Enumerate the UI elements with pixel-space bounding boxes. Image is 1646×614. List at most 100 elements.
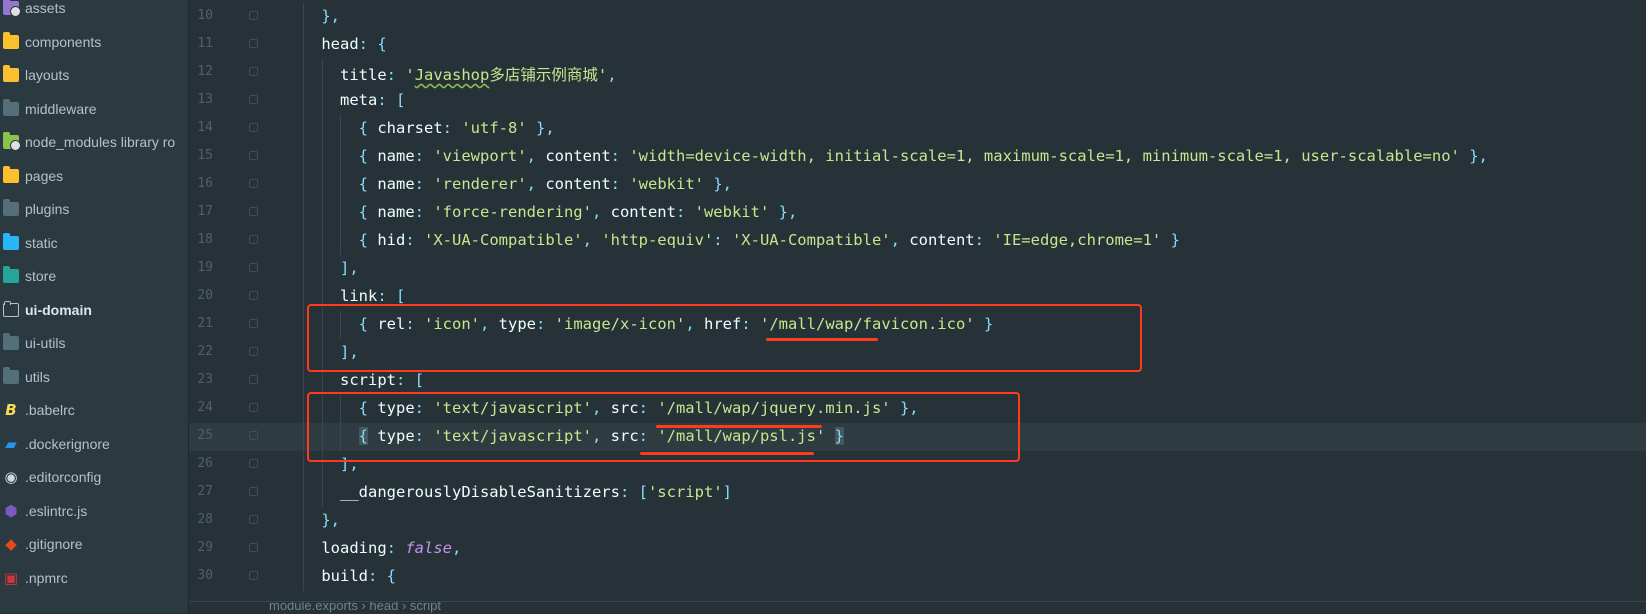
tree-item-static[interactable]: static (0, 229, 188, 257)
code-line[interactable]: 30 build: { (189, 563, 1646, 591)
underline-favicon-path (766, 338, 878, 341)
editorconfig-icon: ◉ (4, 468, 18, 486)
fold-marker-icon[interactable] (249, 459, 258, 468)
tree-item-npmrc[interactable]: ▣ .npmrc (0, 564, 188, 592)
tree-item-middleware[interactable]: middleware (0, 95, 188, 123)
tree-item-babelrc[interactable]: B .babelrc (0, 396, 188, 424)
line-number: 14 (197, 120, 213, 135)
tree-item-plugins[interactable]: plugins (0, 195, 188, 223)
folder-blue-icon (3, 232, 19, 250)
code-text: }, (321, 511, 340, 529)
folder-icon (3, 366, 19, 384)
line-number: 30 (197, 568, 213, 583)
tree-item-label: .npmrc (25, 569, 68, 586)
tree-item-label: layouts (25, 67, 70, 83)
fold-marker-icon[interactable] (249, 263, 258, 272)
fold-marker-icon[interactable] (249, 11, 258, 20)
code-line[interactable]: 29 loading: false, (189, 535, 1646, 563)
tree-item-label: .dockerignore (25, 435, 110, 452)
tree-item-label: .gitignore (25, 536, 83, 552)
code-text: script: [ (340, 371, 424, 389)
code-text: { hid: 'X-UA-Compatible', 'http-equiv': … (358, 231, 1180, 249)
tree-item-assets[interactable]: assets (0, 0, 188, 22)
folder-yellow-icon (3, 165, 19, 183)
fold-marker-icon[interactable] (249, 571, 258, 580)
code-line[interactable]: 17 { name: 'force-rendering', content: '… (189, 199, 1646, 227)
code-line[interactable]: 18 { hid: 'X-UA-Compatible', 'http-equiv… (189, 227, 1646, 255)
code-line[interactable]: 11 head: { (189, 31, 1646, 59)
code-line[interactable]: 27 __dangerouslyDisableSanitizers: ['scr… (189, 479, 1646, 507)
folder-green-icon (3, 132, 21, 151)
git-icon: ◆ (5, 535, 17, 553)
fold-marker-icon[interactable] (249, 67, 258, 76)
folder-teal-icon (3, 266, 19, 283)
code-line[interactable]: 13 meta: [ (189, 87, 1646, 115)
tree-item-components[interactable]: components (0, 28, 188, 56)
line-number: 18 (197, 232, 213, 247)
code-text: link: [ (340, 287, 406, 305)
tree-item-utils[interactable]: utils (0, 363, 188, 391)
code-line[interactable]: 16 { name: 'renderer', content: 'webkit'… (189, 171, 1646, 199)
code-line[interactable]: 14 { charset: 'utf-8' }, (189, 115, 1646, 143)
fold-marker-icon[interactable] (249, 291, 258, 300)
tree-item-label: ui-domain (25, 301, 92, 318)
code-line[interactable]: 12 title: 'Javashop多店铺示例商城', (189, 59, 1646, 87)
fold-marker-icon[interactable] (249, 207, 258, 216)
tree-item-store[interactable]: store (0, 262, 188, 290)
docker-icon: ▰ (5, 434, 17, 453)
tree-item-label: utils (25, 368, 50, 385)
line-number: 22 (197, 344, 213, 359)
line-number: 27 (197, 484, 213, 499)
code-line[interactable]: 15 { name: 'viewport', content: 'width=d… (189, 143, 1646, 171)
tree-item-label: static (25, 234, 58, 251)
line-number: 15 (197, 148, 213, 163)
folder-icon (3, 333, 19, 350)
line-number: 19 (197, 260, 213, 275)
fold-marker-icon[interactable] (249, 487, 258, 496)
underline-jquery-path (656, 425, 822, 428)
tree-item-label: .eslintrc.js (25, 502, 88, 519)
line-number: 10 (197, 8, 213, 23)
fold-marker-icon[interactable] (249, 319, 258, 328)
fold-marker-icon[interactable] (249, 179, 258, 188)
fold-marker-icon[interactable] (249, 515, 258, 524)
tree-item-ui-utils[interactable]: ui-utils (0, 329, 188, 357)
folder-yellow-icon (3, 31, 19, 49)
fold-marker-icon[interactable] (249, 235, 258, 244)
folder-icon (3, 199, 19, 216)
code-text: { charset: 'utf-8' }, (358, 119, 555, 137)
fold-marker-icon[interactable] (249, 39, 258, 48)
breadcrumb[interactable]: module.exports › head › script (269, 602, 441, 613)
tree-item-node-modules-library-ro[interactable]: node_modules library ro (0, 128, 188, 156)
folder-icon (3, 98, 19, 116)
tree-item-label: store (25, 268, 57, 284)
tree-item-pages[interactable]: pages (0, 162, 188, 190)
tree-item-ui-domain[interactable]: ui-domain (0, 296, 188, 324)
tree-item-dockerignore[interactable]: ▰ .dockerignore (0, 430, 188, 458)
tree-item-label: .editorconfig (25, 469, 102, 485)
tree-item-editorconfig[interactable]: ◉ .editorconfig (0, 463, 188, 491)
fold-marker-icon[interactable] (249, 95, 258, 104)
tree-item-eslintrc-js[interactable]: ⬢ .eslintrc.js (0, 497, 188, 525)
line-number: 17 (197, 204, 213, 219)
fold-marker-icon[interactable] (249, 403, 258, 412)
code-line[interactable]: 28 }, (189, 507, 1646, 535)
tree-item-layouts[interactable]: layouts (0, 61, 188, 89)
folder-yellow-icon (3, 65, 19, 82)
fold-marker-icon[interactable] (249, 123, 258, 132)
line-number: 11 (197, 36, 213, 51)
tree-item-label: ui-utils (25, 335, 66, 351)
fold-marker-icon[interactable] (249, 431, 258, 440)
fold-marker-icon[interactable] (249, 375, 258, 384)
code-text: head: { (321, 35, 387, 53)
fold-marker-icon[interactable] (249, 347, 258, 356)
fold-marker-icon[interactable] (249, 543, 258, 552)
code-line[interactable]: 10 }, (189, 3, 1646, 31)
line-number: 23 (197, 372, 213, 387)
code-text: { name: 'renderer', content: 'webkit' }, (358, 175, 732, 193)
code-text: build: { (321, 567, 396, 585)
fold-marker-icon[interactable] (249, 151, 258, 160)
code-line[interactable]: 19 ], (189, 255, 1646, 283)
code-text: title: 'Javashop多店铺示例商城', (340, 66, 617, 84)
tree-item-gitignore[interactable]: ◆ .gitignore (0, 530, 188, 558)
